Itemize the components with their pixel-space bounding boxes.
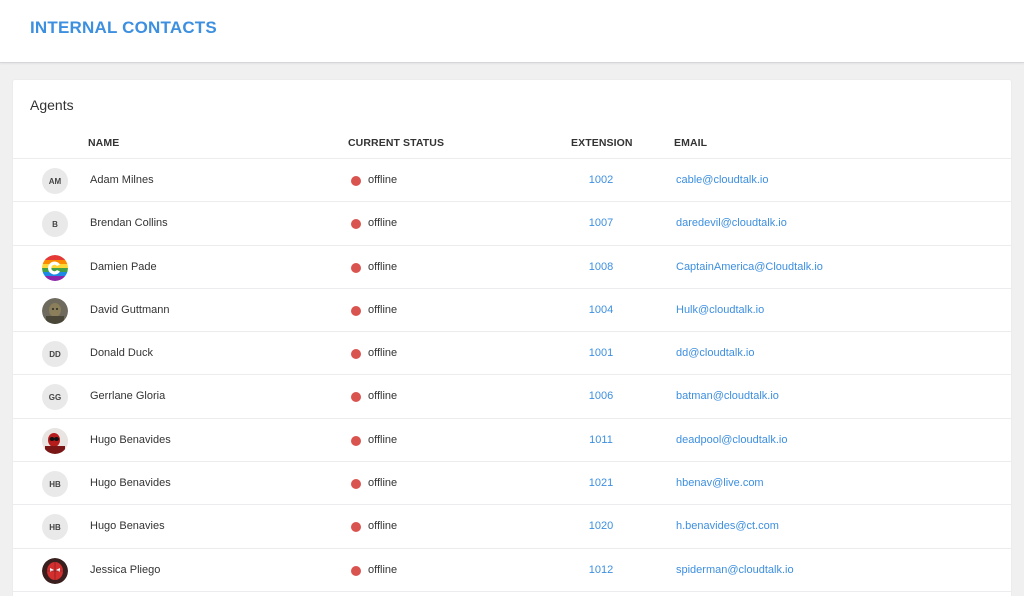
table-row[interactable]: HB Hugo Benavides offline 1021 hbenav@live.c… [13,462,1011,506]
extension-link[interactable]: 1007 [571,217,631,229]
table-row[interactable]: AM Adam Milnes offline 1002 cable@cloudtalk.… [13,159,1011,203]
email-link[interactable]: Hulk@cloudtalk.io [676,304,764,316]
table-row[interactable]: Hugo Benavides offline 1011 deadpool@cloudt… [13,419,1011,463]
status-dot-icon [351,565,361,576]
page-title: INTERNAL CONTACTS [30,18,217,37]
avatar: GG [42,384,68,411]
status-dot-icon [351,522,361,533]
rainbow-logo-avatar [42,254,68,281]
status-text: offline [368,520,398,533]
column-header-email[interactable]: EMAIL [674,137,707,149]
status-text: offline [368,433,398,446]
agent-name: Gerrlane Gloria [90,390,166,403]
agent-name: David Guttmann [90,303,170,316]
email-link[interactable]: daredevil@cloudtalk.io [676,217,787,229]
agent-name: Adam Milnes [90,174,154,186]
photo-avatar [42,297,68,324]
status-dot-icon [351,219,361,230]
status-dot-icon [351,305,361,316]
status-text: offline [368,347,398,360]
status-dot-icon [351,176,361,186]
column-header-name[interactable]: NAME [88,137,119,149]
status-text: offline [368,477,398,490]
agent-name: Donald Duck [90,347,153,360]
column-header-status[interactable]: CURRENT STATUS [348,137,444,149]
agent-name: Damien Pade [90,260,157,273]
extension-link[interactable]: 1006 [571,390,631,402]
email-link[interactable]: cable@cloudtalk.io [676,174,769,186]
extension-link[interactable]: 1021 [571,477,631,489]
agent-name: Jessica Pliego [90,563,161,576]
status-text: offline [368,174,398,186]
status-text: offline [368,303,398,316]
email-link[interactable]: hbenav@live.com [676,477,764,489]
status-dot-icon [351,435,361,446]
extension-link[interactable]: 1004 [571,304,631,316]
email-link[interactable]: h.benavides@ct.com [676,520,779,532]
agents-card: Agents NAME CURRENT STATUS EXTENSION EMA… [13,80,1011,596]
table-row[interactable]: B Brendan Collins offline 1007 daredevil@clo… [13,202,1011,246]
status-dot-icon [351,349,361,360]
extension-link[interactable]: 1011 [571,434,631,446]
extension-link[interactable]: 1002 [571,174,631,186]
avatar: HB [42,514,68,541]
avatar: B [42,211,68,238]
agent-name: Brendan Collins [90,217,168,230]
agent-name: Hugo Benavies [90,520,165,533]
extension-link[interactable]: 1020 [571,520,631,532]
agents-card-title: Agents [30,97,74,113]
table-row[interactable]: Damien Pade offline 1008 CaptainAmerica@Clo… [13,246,1011,289]
avatar: HB [42,471,68,498]
status-dot-icon [351,262,361,273]
email-link[interactable]: spiderman@cloudtalk.io [676,564,794,576]
avatar: AM [42,168,68,194]
top-bar: INTERNAL CONTACTS [0,0,1024,63]
extension-link[interactable]: 1001 [571,347,631,359]
table-row[interactable]: David Guttmann offline 1004 Hulk@cloudtalk.… [13,289,1011,333]
email-link[interactable]: deadpool@cloudtalk.io [676,434,787,446]
status-dot-icon [351,479,361,490]
column-header-extension[interactable]: EXTENSION [571,137,633,149]
status-dot-icon [351,392,361,403]
photo-avatar [42,557,68,584]
table-row[interactable]: Jessica Pliego offline 1012 spiderman@cloud… [13,549,1011,592]
status-text: offline [368,390,398,403]
avatar: DD [42,341,68,368]
email-link[interactable]: batman@cloudtalk.io [676,390,779,402]
agent-name: Hugo Benavides [90,477,171,490]
status-text: offline [368,563,398,576]
table-row[interactable]: DD Donald Duck offline 1001 dd@cloudtalk.io [13,332,1011,376]
email-link[interactable]: dd@cloudtalk.io [676,347,754,359]
status-text: offline [368,217,398,230]
photo-avatar [42,427,68,454]
table-header: NAME CURRENT STATUS EXTENSION EMAIL [13,132,1011,159]
status-text: offline [368,260,398,273]
table-row[interactable]: GG Gerrlane Gloria offline 1006 batman@cloud… [13,375,1011,419]
extension-link[interactable]: 1012 [571,564,631,576]
extension-link[interactable]: 1008 [571,261,631,273]
agent-name: Hugo Benavides [90,433,171,446]
table-row[interactable]: HB Hugo Benavies offline 1020 h.benavides@ct… [13,505,1011,549]
email-link[interactable]: CaptainAmerica@Cloudtalk.io [676,261,823,273]
agents-table-body: AM Adam Milnes offline 1002 cable@cloudtalk.… [13,159,1011,592]
